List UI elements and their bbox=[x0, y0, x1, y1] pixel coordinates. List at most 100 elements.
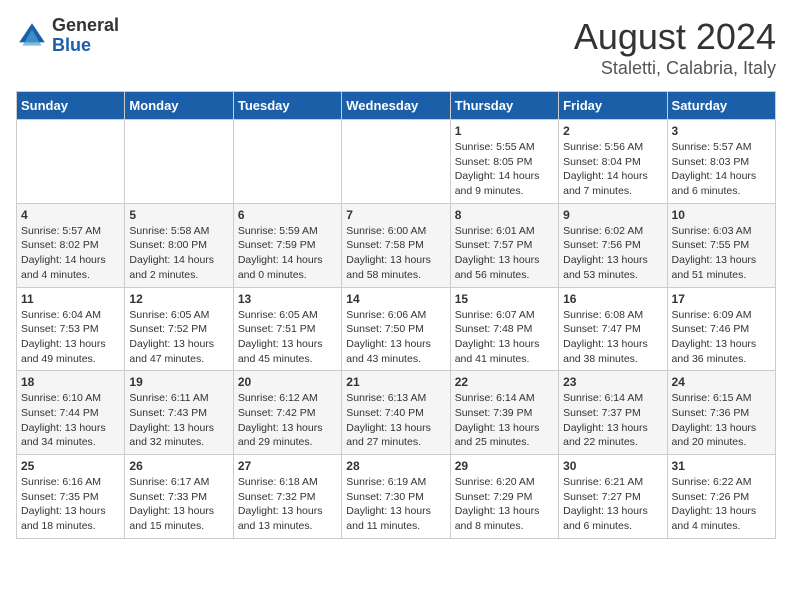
empty-cell bbox=[17, 120, 125, 204]
calendar-day-26: 26Sunrise: 6:17 AM Sunset: 7:33 PM Dayli… bbox=[125, 455, 233, 539]
calendar-day-18: 18Sunrise: 6:10 AM Sunset: 7:44 PM Dayli… bbox=[17, 371, 125, 455]
day-number: 2 bbox=[563, 124, 662, 138]
day-info: Sunrise: 6:21 AM Sunset: 7:27 PM Dayligh… bbox=[563, 475, 662, 534]
calendar-week-5: 25Sunrise: 6:16 AM Sunset: 7:35 PM Dayli… bbox=[17, 455, 776, 539]
header-day-sunday: Sunday bbox=[17, 92, 125, 120]
calendar-day-31: 31Sunrise: 6:22 AM Sunset: 7:26 PM Dayli… bbox=[667, 455, 775, 539]
logo-general: General bbox=[52, 16, 119, 36]
day-number: 26 bbox=[129, 459, 228, 473]
day-number: 17 bbox=[672, 292, 771, 306]
day-info: Sunrise: 6:13 AM Sunset: 7:40 PM Dayligh… bbox=[346, 391, 445, 450]
logo-icon bbox=[16, 20, 48, 52]
day-number: 8 bbox=[455, 208, 554, 222]
day-info: Sunrise: 5:55 AM Sunset: 8:05 PM Dayligh… bbox=[455, 140, 554, 199]
day-info: Sunrise: 6:03 AM Sunset: 7:55 PM Dayligh… bbox=[672, 224, 771, 283]
calendar-day-10: 10Sunrise: 6:03 AM Sunset: 7:55 PM Dayli… bbox=[667, 203, 775, 287]
day-info: Sunrise: 6:05 AM Sunset: 7:51 PM Dayligh… bbox=[238, 308, 337, 367]
title-block: August 2024 Staletti, Calabria, Italy bbox=[574, 16, 776, 79]
calendar-day-20: 20Sunrise: 6:12 AM Sunset: 7:42 PM Dayli… bbox=[233, 371, 341, 455]
day-info: Sunrise: 6:11 AM Sunset: 7:43 PM Dayligh… bbox=[129, 391, 228, 450]
calendar-day-14: 14 Sunrise: 6:06 AM Sunset: 7:50 PM Dayli… bbox=[342, 287, 450, 371]
calendar-day-16: 16 Sunrise: 6:08 AM Sunset: 7:47 PM Dayli… bbox=[559, 287, 667, 371]
calendar-day-22: 22 Sunrise: 6:14 AM Sunset: 7:39 PM Dayli… bbox=[450, 371, 558, 455]
calendar-week-2: 4 Sunrise: 5:57 AM Sunset: 8:02 PM Daylig… bbox=[17, 203, 776, 287]
calendar-day-25: 25Sunrise: 6:16 AM Sunset: 7:35 PM Dayli… bbox=[17, 455, 125, 539]
empty-cell bbox=[342, 120, 450, 204]
day-info: Sunrise: 6:18 AM Sunset: 7:32 PM Dayligh… bbox=[238, 475, 337, 534]
day-number: 14 bbox=[346, 292, 445, 306]
calendar-week-3: 11 Sunrise: 6:04 AM Sunset: 7:53 PM Dayli… bbox=[17, 287, 776, 371]
day-info: Sunrise: 6:10 AM Sunset: 7:44 PM Dayligh… bbox=[21, 391, 120, 450]
page-header: General Blue August 2024 Staletti, Calab… bbox=[16, 16, 776, 79]
day-number: 27 bbox=[238, 459, 337, 473]
empty-cell bbox=[233, 120, 341, 204]
day-info: Sunrise: 6:14 AM Sunset: 7:37 PM Dayligh… bbox=[563, 391, 662, 450]
day-info: Sunrise: 6:02 AM Sunset: 7:56 PM Dayligh… bbox=[563, 224, 662, 283]
calendar-week-1: 1 Sunrise: 5:55 AM Sunset: 8:05 PM Daylig… bbox=[17, 120, 776, 204]
day-number: 21 bbox=[346, 375, 445, 389]
day-number: 9 bbox=[563, 208, 662, 222]
day-number: 23 bbox=[563, 375, 662, 389]
empty-cell bbox=[125, 120, 233, 204]
calendar-day-8: 8Sunrise: 6:01 AM Sunset: 7:57 PM Daylig… bbox=[450, 203, 558, 287]
day-info: Sunrise: 6:08 AM Sunset: 7:47 PM Dayligh… bbox=[563, 308, 662, 367]
day-info: Sunrise: 5:56 AM Sunset: 8:04 PM Dayligh… bbox=[563, 140, 662, 199]
day-number: 20 bbox=[238, 375, 337, 389]
day-info: Sunrise: 6:20 AM Sunset: 7:29 PM Dayligh… bbox=[455, 475, 554, 534]
day-number: 25 bbox=[21, 459, 120, 473]
day-number: 30 bbox=[563, 459, 662, 473]
calendar-day-21: 21 Sunrise: 6:13 AM Sunset: 7:40 PM Dayli… bbox=[342, 371, 450, 455]
calendar-day-9: 9 Sunrise: 6:02 AM Sunset: 7:56 PM Daylig… bbox=[559, 203, 667, 287]
calendar-day-11: 11 Sunrise: 6:04 AM Sunset: 7:53 PM Dayli… bbox=[17, 287, 125, 371]
logo: General Blue bbox=[16, 16, 119, 56]
day-number: 4 bbox=[21, 208, 120, 222]
calendar-day-6: 6 Sunrise: 5:59 AM Sunset: 7:59 PM Daylig… bbox=[233, 203, 341, 287]
calendar-day-4: 4 Sunrise: 5:57 AM Sunset: 8:02 PM Daylig… bbox=[17, 203, 125, 287]
day-number: 3 bbox=[672, 124, 771, 138]
day-info: Sunrise: 6:00 AM Sunset: 7:58 PM Dayligh… bbox=[346, 224, 445, 283]
calendar-day-30: 30 Sunrise: 6:21 AM Sunset: 7:27 PM Dayli… bbox=[559, 455, 667, 539]
day-info: Sunrise: 6:05 AM Sunset: 7:52 PM Dayligh… bbox=[129, 308, 228, 367]
calendar-day-5: 5Sunrise: 5:58 AM Sunset: 8:00 PM Daylig… bbox=[125, 203, 233, 287]
day-number: 1 bbox=[455, 124, 554, 138]
day-info: Sunrise: 6:04 AM Sunset: 7:53 PM Dayligh… bbox=[21, 308, 120, 367]
header-day-saturday: Saturday bbox=[667, 92, 775, 120]
day-info: Sunrise: 6:19 AM Sunset: 7:30 PM Dayligh… bbox=[346, 475, 445, 534]
header-day-thursday: Thursday bbox=[450, 92, 558, 120]
day-info: Sunrise: 5:57 AM Sunset: 8:02 PM Dayligh… bbox=[21, 224, 120, 283]
day-number: 29 bbox=[455, 459, 554, 473]
day-info: Sunrise: 5:59 AM Sunset: 7:59 PM Dayligh… bbox=[238, 224, 337, 283]
calendar-day-23: 23 Sunrise: 6:14 AM Sunset: 7:37 PM Dayli… bbox=[559, 371, 667, 455]
day-number: 11 bbox=[21, 292, 120, 306]
day-number: 28 bbox=[346, 459, 445, 473]
day-number: 16 bbox=[563, 292, 662, 306]
day-number: 6 bbox=[238, 208, 337, 222]
day-number: 31 bbox=[672, 459, 771, 473]
day-info: Sunrise: 6:15 AM Sunset: 7:36 PM Dayligh… bbox=[672, 391, 771, 450]
day-info: Sunrise: 6:09 AM Sunset: 7:46 PM Dayligh… bbox=[672, 308, 771, 367]
day-info: Sunrise: 6:14 AM Sunset: 7:39 PM Dayligh… bbox=[455, 391, 554, 450]
logo-blue: Blue bbox=[52, 36, 119, 56]
calendar-day-12: 12 Sunrise: 6:05 AM Sunset: 7:52 PM Dayli… bbox=[125, 287, 233, 371]
day-info: Sunrise: 6:07 AM Sunset: 7:48 PM Dayligh… bbox=[455, 308, 554, 367]
day-number: 12 bbox=[129, 292, 228, 306]
calendar-day-28: 28 Sunrise: 6:19 AM Sunset: 7:30 PM Dayli… bbox=[342, 455, 450, 539]
day-info: Sunrise: 5:57 AM Sunset: 8:03 PM Dayligh… bbox=[672, 140, 771, 199]
calendar-day-29: 29 Sunrise: 6:20 AM Sunset: 7:29 PM Dayli… bbox=[450, 455, 558, 539]
header-day-monday: Monday bbox=[125, 92, 233, 120]
calendar-day-13: 13 Sunrise: 6:05 AM Sunset: 7:51 PM Dayli… bbox=[233, 287, 341, 371]
day-number: 19 bbox=[129, 375, 228, 389]
day-number: 15 bbox=[455, 292, 554, 306]
day-number: 13 bbox=[238, 292, 337, 306]
header-day-friday: Friday bbox=[559, 92, 667, 120]
day-info: Sunrise: 5:58 AM Sunset: 8:00 PM Dayligh… bbox=[129, 224, 228, 283]
day-number: 24 bbox=[672, 375, 771, 389]
day-info: Sunrise: 6:06 AM Sunset: 7:50 PM Dayligh… bbox=[346, 308, 445, 367]
logo-text: General Blue bbox=[52, 16, 119, 56]
header-day-tuesday: Tuesday bbox=[233, 92, 341, 120]
calendar-day-17: 17 Sunrise: 6:09 AM Sunset: 7:46 PM Dayli… bbox=[667, 287, 775, 371]
day-number: 22 bbox=[455, 375, 554, 389]
header-day-wednesday: Wednesday bbox=[342, 92, 450, 120]
calendar-day-7: 7Sunrise: 6:00 AM Sunset: 7:58 PM Daylig… bbox=[342, 203, 450, 287]
calendar-header-row: SundayMondayTuesdayWednesdayThursdayFrid… bbox=[17, 92, 776, 120]
